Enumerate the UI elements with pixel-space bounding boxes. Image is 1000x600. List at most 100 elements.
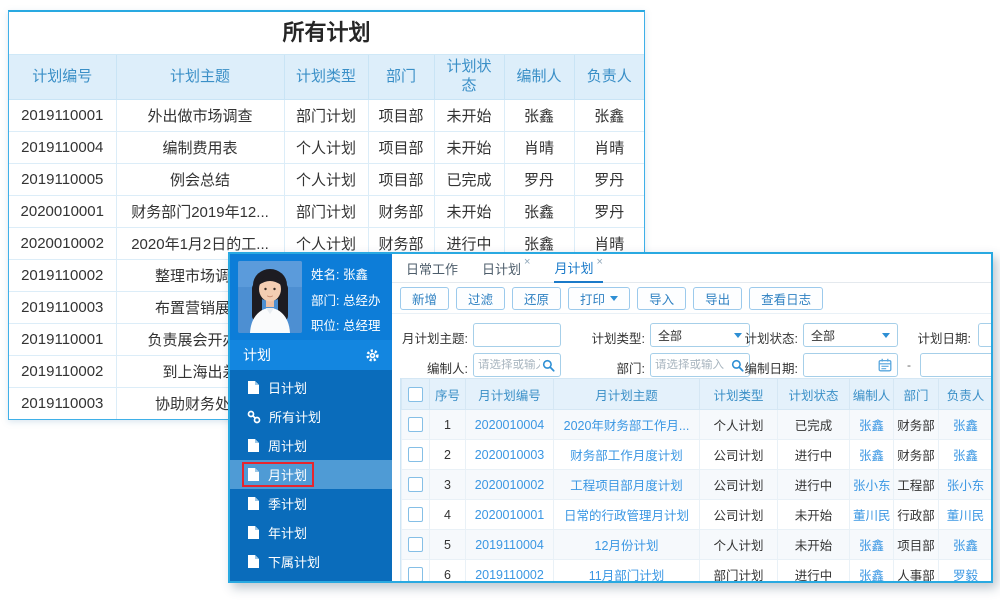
plan-cell: 外出做市场调查 <box>115 99 285 132</box>
plan-cell: 张鑫 <box>503 195 575 228</box>
file-icon <box>247 467 260 482</box>
row-checkbox[interactable] <box>408 417 423 433</box>
plan-no-link[interactable]: 2020010001 <box>465 499 554 530</box>
plan-status-select[interactable]: 全部 <box>803 323 898 347</box>
owner-link[interactable]: 张小东 <box>938 469 991 500</box>
reset-button[interactable]: 还原 <box>512 286 562 310</box>
sidebar-item-week-plan[interactable]: 周计划 <box>230 431 392 460</box>
file-icon <box>247 525 260 540</box>
created-date-start[interactable] <box>806 359 878 371</box>
row-checkbox[interactable] <box>408 477 423 493</box>
column-header: 计划类型 <box>283 55 369 100</box>
button-label: 新增 <box>412 292 438 307</box>
sidebar-item-year-plan[interactable]: 年计划 <box>230 518 392 547</box>
creator-link[interactable]: 董川民 <box>849 499 894 530</box>
plan-subject-link[interactable]: 日常的行政管理月计划 <box>553 499 700 530</box>
plan-no-link[interactable]: 2019110002 <box>465 559 554 581</box>
sidebar-item-day-plan[interactable]: 日计划 <box>230 373 392 402</box>
plan-cell: 2019110004 <box>9 131 117 164</box>
tab-close-icon[interactable]: × <box>596 256 602 268</box>
calendar-icon[interactable] <box>878 358 892 372</box>
created-date-end-input[interactable] <box>920 353 991 377</box>
plan-cell: 项目部 <box>367 163 435 196</box>
chevron-down-icon <box>882 332 890 338</box>
row-checkbox[interactable] <box>408 567 423 581</box>
print-button[interactable]: 打印 <box>568 286 631 310</box>
checkbox-cell <box>401 499 430 530</box>
owner-link[interactable]: 张鑫 <box>938 409 991 440</box>
row-checkbox[interactable] <box>408 537 423 553</box>
tab-label: 月计划 <box>554 261 594 276</box>
sidebar-item-label: 季计划 <box>268 497 308 512</box>
creator-link[interactable]: 张鑫 <box>849 409 894 440</box>
month-plan-table-wrap: 序号 月计划编号 月计划主题 计划类型 计划状态 编制人 部门 负责人 1 2020010004… <box>400 378 991 581</box>
filter-label-status: 计划状态: <box>744 332 798 346</box>
file-icon <box>247 380 260 395</box>
owner-link[interactable]: 张鑫 <box>938 439 991 470</box>
plan-subject-link[interactable]: 工程项目部月度计划 <box>553 469 700 500</box>
export-button[interactable]: 导出 <box>693 286 743 310</box>
plan-subject-link[interactable]: 2020年财务部工作月... <box>553 409 700 440</box>
plan-subject-link[interactable]: 11月部门计划 <box>553 559 700 581</box>
creator-link[interactable]: 张小东 <box>849 469 894 500</box>
plan-cell: 人事部 <box>893 559 939 581</box>
plan-cell: 2019110005 <box>9 163 117 196</box>
owner-link[interactable]: 罗毅 <box>938 559 991 581</box>
owner-link[interactable]: 董川民 <box>938 499 991 530</box>
button-label: 打印 <box>580 292 606 307</box>
checkbox-cell <box>401 469 430 500</box>
filter-label-plan-date: 计划日期: <box>917 332 971 346</box>
sidebar-item-quarter-plan[interactable]: 季计划 <box>230 489 392 518</box>
creator-link[interactable]: 张鑫 <box>849 529 894 560</box>
menu-item-content: 周计划 <box>242 433 314 458</box>
plan-subject-link[interactable]: 12月份计划 <box>553 529 700 560</box>
import-button[interactable]: 导入 <box>637 286 687 310</box>
column-header: 编制人 <box>503 55 575 100</box>
creator-link[interactable]: 张鑫 <box>849 559 894 581</box>
sidebar-item-subordinate-plan[interactable]: 下属计划 <box>230 547 392 576</box>
button-label: 导入 <box>649 292 675 307</box>
table-row: 5 2019110004 12月份计划 个人计划 未开始 张鑫 项目部 张鑫 <box>401 529 991 560</box>
plan-no-link[interactable]: 2020010004 <box>465 409 554 440</box>
sidebar-item-month-plan[interactable]: 月计划 <box>230 460 392 489</box>
view-log-button[interactable]: 查看日志 <box>749 286 824 310</box>
plan-date-input[interactable] <box>978 323 991 347</box>
creator-input[interactable] <box>476 359 542 371</box>
column-header: 序号 <box>429 378 466 410</box>
table-row: 1 2020010004 2020年财务部工作月... 个人计划 已完成 张鑫 财务部 张鑫 <box>401 409 991 440</box>
plan-cell: 进行中 <box>777 439 850 470</box>
tab-day-plan[interactable]: 日计划 × <box>482 254 530 282</box>
select-all-checkbox[interactable] <box>408 386 423 402</box>
gear-icon[interactable] <box>365 348 380 363</box>
created-date-start-input[interactable] <box>803 353 898 377</box>
row-checkbox[interactable] <box>408 507 423 523</box>
plan-no-link[interactable]: 2019110004 <box>465 529 554 560</box>
month-plan-subject-input[interactable] <box>473 323 561 347</box>
tab-close-icon[interactable]: × <box>524 256 530 268</box>
table-row: 2019110005 例会总结 个人计划 项目部 已完成 罗丹 罗丹 <box>9 163 644 196</box>
plan-cell: 项目部 <box>367 99 435 132</box>
row-checkbox[interactable] <box>408 447 423 463</box>
owner-link[interactable]: 张鑫 <box>938 529 991 560</box>
month-plan-body: 1 2020010004 2020年财务部工作月... 个人计划 已完成 张鑫 财务部 张鑫 2… <box>401 409 991 581</box>
add-button[interactable]: 新增 <box>400 286 450 310</box>
creator-search-input[interactable] <box>473 353 561 377</box>
tab-daily-work[interactable]: 日常工作 <box>406 254 458 282</box>
plan-cell: 肖晴 <box>503 131 575 164</box>
plan-cell: 公司计划 <box>699 439 778 470</box>
plan-cell: 部门计划 <box>283 195 369 228</box>
page-title: 所有计划 <box>9 12 644 55</box>
search-icon[interactable] <box>542 359 555 372</box>
table-row: 2019110004 编制费用表 个人计划 项目部 未开始 肖晴 肖晴 <box>9 131 644 164</box>
file-icon <box>247 554 260 569</box>
plan-cell: 部门计划 <box>699 559 778 581</box>
plan-subject-link[interactable]: 财务部工作月度计划 <box>553 439 700 470</box>
dept-input[interactable] <box>653 359 731 371</box>
tab-month-plan[interactable]: 月计划 × <box>554 254 603 283</box>
plan-no-link[interactable]: 2020010002 <box>465 469 554 500</box>
creator-link[interactable]: 张鑫 <box>849 439 894 470</box>
sidebar-item-all-plans[interactable]: 所有计划 <box>230 402 392 431</box>
filter-button[interactable]: 过滤 <box>456 286 506 310</box>
plan-no-link[interactable]: 2020010003 <box>465 439 554 470</box>
checkbox-cell <box>401 439 430 470</box>
